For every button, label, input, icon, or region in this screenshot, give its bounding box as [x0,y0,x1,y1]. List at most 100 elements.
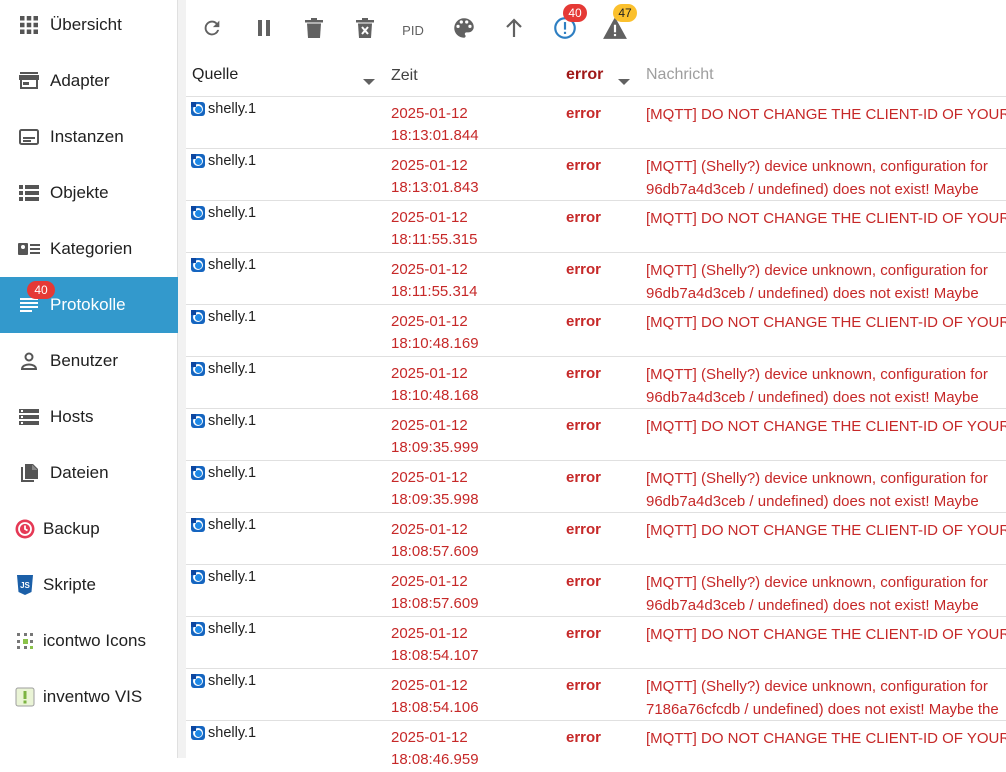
svg-text:JS: JS [20,581,30,590]
sidebar-item-protokolle[interactable]: 40 Protokolle [0,277,178,333]
message-cell: [MQTT] (Shelly?) device unknown, configu… [646,363,1006,409]
message-line: 96db7a4d3ceb / undefined) does not exist… [646,389,979,406]
table-row[interactable]: shelly.1 2025-01-12 18:08:57.609 error [MQT… [186,564,1006,616]
shelly-adapter-icon [191,518,205,532]
sidebar-item-hosts[interactable]: Hosts [0,389,178,445]
sidebar-item-backup[interactable]: Backup [0,501,178,557]
sidebar-item-benutzer[interactable]: Benutzer [0,333,178,389]
time-column-header: Zeit [391,58,551,96]
table-row[interactable]: shelly.1 2025-01-12 18:13:01.843 error [MQT… [186,148,1006,200]
table-row[interactable]: shelly.1 2025-01-12 18:08:57.609 error [MQT… [186,512,1006,564]
log-date: 2025-01-12 [391,573,468,590]
list-icon [18,182,40,204]
table-row[interactable]: shelly.1 2025-01-12 18:08:54.106 error [MQT… [186,668,1006,720]
message-line: [MQTT] DO NOT CHANGE THE CLIENT-ID OF YO… [646,626,1006,643]
refresh-button[interactable] [195,13,229,47]
source-filter-select[interactable]: Quelle [191,58,383,97]
log-time: 18:13:01.843 [391,179,479,196]
time-cell: 2025-01-12 18:09:35.998 [391,467,479,511]
severity-cell: error [566,677,602,694]
table-row[interactable]: shelly.1 2025-01-12 18:11:55.315 error [MQT… [186,200,1006,252]
severity-cell: error [566,157,602,174]
message-cell: [MQTT] DO NOT CHANGE THE CLIENT-ID OF YO… [646,311,1006,334]
sidebar: Übersicht Adapter Instanzen Objekte Kate… [0,0,178,758]
log-date: 2025-01-12 [391,729,468,746]
message-line: [MQTT] (Shelly?) device unknown, configu… [646,262,988,279]
message-filter-input[interactable]: Nachricht [646,58,1006,97]
sidebar-item-label: Skripte [43,575,96,594]
table-row[interactable]: shelly.1 2025-01-12 18:11:55.314 error [MQT… [186,252,1006,304]
log-date: 2025-01-12 [391,105,468,122]
sidebar-item-uebersicht[interactable]: Übersicht [0,0,178,53]
icontwo-icon [14,630,36,652]
source-cell: shelly.1 [191,465,256,481]
table-row[interactable]: shelly.1 2025-01-12 18:08:54.107 error [MQT… [186,616,1006,668]
severity-cell: error [566,209,602,226]
sidebar-item-icontwo[interactable]: icontwo Icons [0,613,178,669]
source-cell: shelly.1 [191,257,256,273]
categories-icon [18,238,40,260]
scroll-top-button[interactable] [497,13,531,47]
severity-filter-select[interactable]: error [566,58,638,97]
log-date: 2025-01-12 [391,521,468,538]
sidebar-item-dateien[interactable]: Dateien [0,445,178,501]
source-label: shelly.1 [208,205,257,221]
time-cell: 2025-01-12 18:10:48.169 [391,311,479,355]
message-cell: [MQTT] DO NOT CHANGE THE CLIENT-ID OF YO… [646,415,1006,438]
log-time: 18:10:48.168 [391,387,479,404]
pause-button[interactable] [247,13,281,47]
warning-filter-button[interactable]: 47 [598,4,637,47]
sidebar-item-objekte[interactable]: Objekte [0,165,178,221]
source-cell: shelly.1 [191,517,256,533]
clear-log-button[interactable] [348,13,382,47]
time-cell: 2025-01-12 18:13:01.844 [391,103,479,147]
source-cell: shelly.1 [191,413,256,429]
severity-cell: error [566,573,602,590]
time-cell: 2025-01-12 18:11:55.315 [391,207,477,251]
source-cell: shelly.1 [191,205,256,221]
severity-cell: error [566,625,602,642]
sidebar-item-label: Instanzen [50,127,124,146]
source-cell: shelly.1 [191,309,256,325]
message-line: 96db7a4d3ceb / undefined) does not exist… [646,597,979,614]
inventwo-icon [14,686,36,708]
table-row[interactable]: shelly.1 2025-01-12 18:10:48.168 error [MQT… [186,356,1006,408]
shelly-adapter-icon [191,154,205,168]
pid-toggle-button[interactable]: PID [396,13,430,47]
message-cell: [MQTT] DO NOT CHANGE THE CLIENT-ID OF YO… [646,623,1006,646]
sidebar-item-kategorien[interactable]: Kategorien [0,221,178,277]
sidebar-item-adapter[interactable]: Adapter [0,53,178,109]
table-row[interactable]: shelly.1 2025-01-12 18:09:35.999 error [MQT… [186,408,1006,460]
message-line: 96db7a4d3ceb / undefined) does not exist… [646,493,979,510]
shelly-adapter-icon [191,258,205,272]
sidebar-item-label: Protokolle [50,295,126,314]
source-cell: shelly.1 [191,569,256,585]
sidebar-item-instanzen[interactable]: Instanzen [0,109,178,165]
color-toggle-button[interactable] [447,13,481,47]
log-time: 18:08:46.959 [391,751,479,768]
grid-icon [18,14,40,36]
table-row[interactable]: shelly.1 2025-01-12 18:09:35.998 error [MQT… [186,460,1006,512]
error-filter-button[interactable]: 40 [548,4,587,47]
delete-button[interactable] [297,13,331,47]
sidebar-item-label: Benutzer [50,351,119,370]
log-toolbar: PID 40 47 [186,0,1006,58]
log-time: 18:09:35.999 [391,439,479,456]
severity-cell: error [566,729,602,746]
log-time: 18:10:48.169 [391,335,479,352]
message-line: [MQTT] DO NOT CHANGE THE CLIENT-ID OF YO… [646,522,1006,539]
table-row[interactable]: shelly.1 2025-01-12 18:13:01.844 error [MQT… [186,96,1006,148]
delete-forever-icon [356,17,374,43]
time-cell: 2025-01-12 18:11:55.314 [391,259,477,303]
sidebar-item-label: Übersicht [50,15,122,34]
severity-cell: error [566,313,602,330]
sidebar-item-inventwo[interactable]: inventwo VIS [0,669,178,725]
table-row[interactable]: shelly.1 2025-01-12 18:10:48.169 error [MQT… [186,304,1006,356]
time-cell: 2025-01-12 18:08:57.609 [391,571,479,615]
severity-cell: error [566,105,602,122]
sidebar-item-label: icontwo Icons [43,631,146,650]
table-row[interactable]: shelly.1 2025-01-12 18:08:46.959 error [MQT… [186,720,1006,772]
shelly-adapter-icon [191,726,205,740]
sidebar-item-skripte[interactable]: JS Skripte [0,557,178,613]
source-label: shelly.1 [208,101,257,117]
